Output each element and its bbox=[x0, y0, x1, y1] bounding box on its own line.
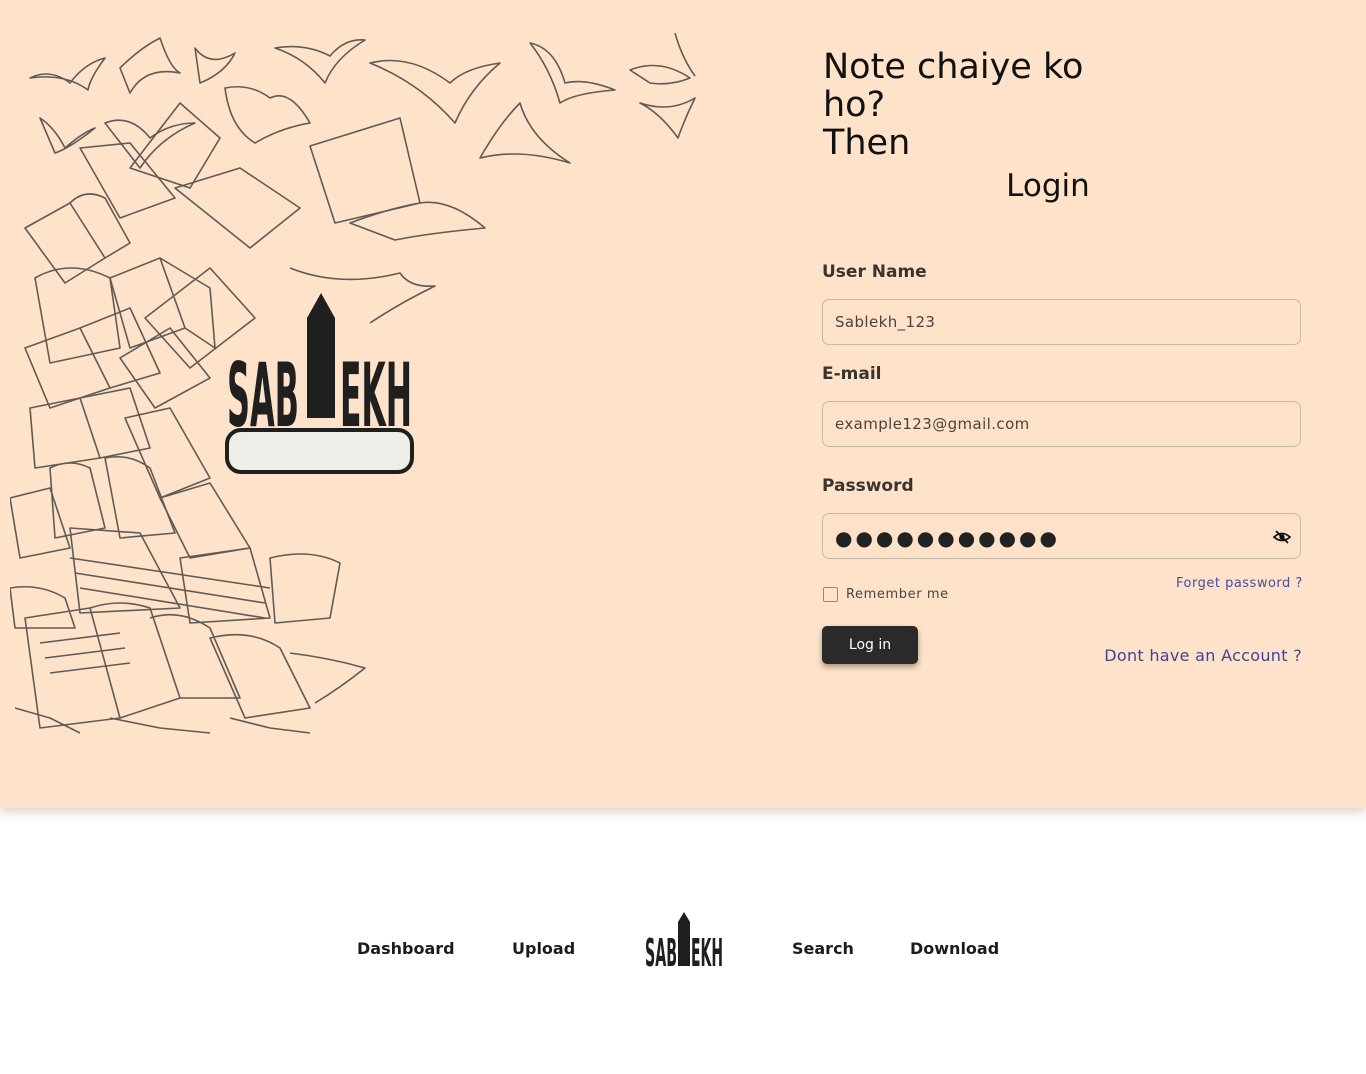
signup-link[interactable]: Dont have an Account ? bbox=[1100, 646, 1302, 665]
page-headline: Note chaiye ko ho? Then bbox=[823, 48, 1123, 162]
svg-text:EKH: EKH bbox=[691, 931, 723, 970]
headline-line: Then bbox=[823, 123, 911, 163]
login-title: Login bbox=[1006, 168, 1090, 204]
svg-text:SAB: SAB bbox=[645, 931, 677, 970]
flying-books-illustration: SAB EKH bbox=[10, 28, 710, 738]
remember-checkbox[interactable] bbox=[823, 586, 838, 602]
headline-line: ho? bbox=[823, 85, 886, 125]
footer-nav: Dashboard Upload SAB EKH Search Download bbox=[0, 910, 1366, 972]
eye-slash-icon[interactable] bbox=[1273, 529, 1291, 545]
email-label: E-mail bbox=[822, 364, 882, 384]
nav-search[interactable]: Search bbox=[792, 939, 854, 958]
login-button[interactable]: Log in bbox=[822, 626, 918, 664]
username-field[interactable] bbox=[822, 299, 1301, 345]
password-label: Password bbox=[822, 476, 914, 496]
sablekh-logo[interactable]: SAB EKH bbox=[645, 910, 723, 970]
password-field[interactable]: ●●●●●●●●●●● bbox=[822, 513, 1301, 559]
email-field[interactable] bbox=[822, 401, 1301, 447]
remember-label: Remember me bbox=[846, 586, 949, 602]
username-input[interactable] bbox=[823, 300, 1300, 344]
headline-line: Note chaiye ko bbox=[823, 47, 1084, 87]
email-input[interactable] bbox=[823, 402, 1300, 446]
nav-download[interactable]: Download bbox=[910, 939, 999, 958]
forget-password-link[interactable]: Forget password ? bbox=[1176, 576, 1302, 591]
password-masked-value[interactable]: ●●●●●●●●●●● bbox=[835, 526, 1060, 550]
nav-upload[interactable]: Upload bbox=[512, 939, 575, 958]
username-label: User Name bbox=[822, 262, 927, 282]
nav-dashboard[interactable]: Dashboard bbox=[357, 939, 455, 958]
hero-section: SAB EKH Note chaiye ko ho? Then Login Us… bbox=[0, 0, 1366, 808]
remember-me[interactable]: Remember me bbox=[823, 585, 949, 603]
